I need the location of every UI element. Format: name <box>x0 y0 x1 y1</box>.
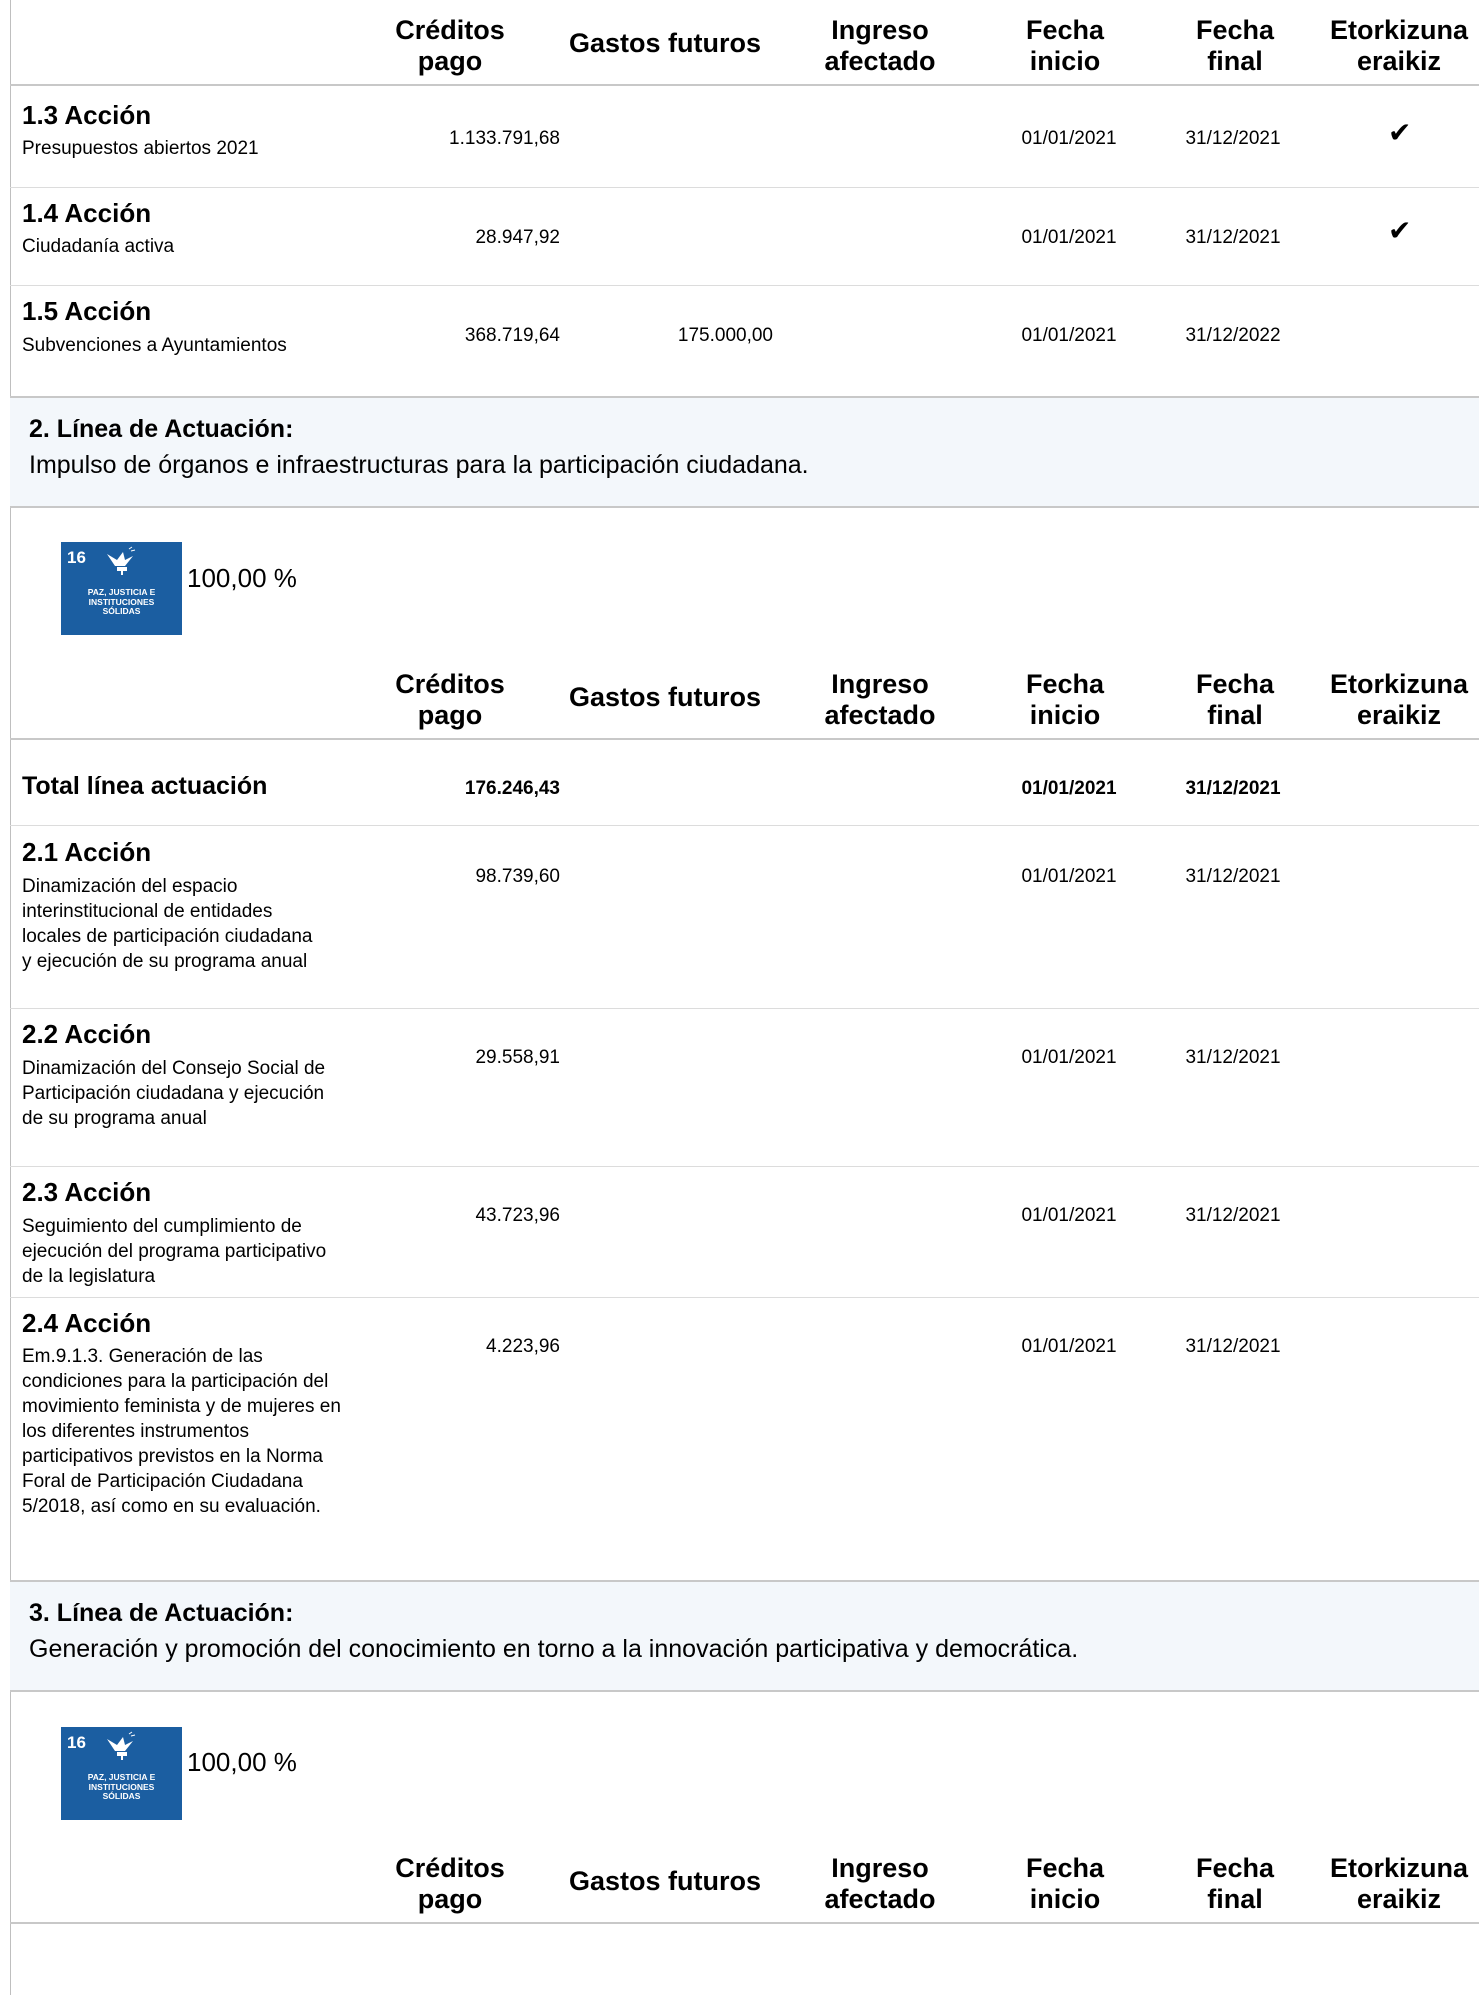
row-divider <box>10 187 1479 188</box>
header-gastos: Gastos futuros <box>568 682 762 712</box>
total-fecha-final: 31/12/2021 <box>1185 778 1281 799</box>
action-title: 1.4 Acción <box>22 198 152 228</box>
linea-3-band: 3. Línea de Actuación: Generación y prom… <box>10 1580 1479 1692</box>
sdg-percentage: 100,00 % <box>187 1747 297 1777</box>
sdg-16-badge: 16 PAZ, JUSTICIA E INSTITUCIONES SÓLIDAS <box>61 542 182 635</box>
row-divider <box>10 825 1479 826</box>
action-desc: Subvenciones a Ayuntamientos <box>22 335 287 356</box>
action-title: 2.3 Acción <box>22 1177 152 1207</box>
action-desc: Presupuestos abiertos 2021 <box>22 138 259 159</box>
header-etorkizuna: Etorkizuna eraikiz <box>1329 15 1469 76</box>
header-creditos: Créditos pago <box>395 1853 505 1914</box>
row-divider <box>10 285 1479 286</box>
fecha-inicio-value: 01/01/2021 <box>1021 866 1117 887</box>
row-divider <box>10 1166 1479 1167</box>
left-border <box>10 0 11 1995</box>
fecha-final-value: 31/12/2021 <box>1185 1205 1281 1226</box>
fecha-inicio-value: 01/01/2021 <box>1021 325 1117 346</box>
sdg-number: 16 <box>67 1733 86 1752</box>
fecha-inicio-value: 01/01/2021 <box>1021 227 1117 248</box>
creditos-value: 368.719,64 <box>464 325 560 346</box>
header-etorkizuna: Etorkizuna eraikiz <box>1329 1853 1469 1914</box>
row-divider <box>10 1008 1479 1009</box>
fecha-final-value: 31/12/2021 <box>1185 227 1281 248</box>
creditos-value: 98.739,60 <box>475 866 560 887</box>
header-divider <box>10 738 1479 740</box>
sdg-number: 16 <box>67 548 86 567</box>
check-icon: ✔ <box>1388 117 1412 148</box>
header-divider <box>10 1922 1479 1924</box>
creditos-value: 29.558,91 <box>475 1047 560 1068</box>
fecha-final-value: 31/12/2021 <box>1185 128 1281 149</box>
action-title: 2.2 Acción <box>22 1019 152 1049</box>
sdg-percentage: 100,00 % <box>187 563 297 593</box>
linea-3-title: 3. Línea de Actuación: <box>29 1599 294 1627</box>
fecha-final-value: 31/12/2021 <box>1185 1047 1281 1068</box>
header-divider <box>10 84 1479 86</box>
sdg-16-badge: 16 PAZ, JUSTICIA E INSTITUCIONES SÓLIDAS <box>61 1727 182 1820</box>
header-etorkizuna: Etorkizuna eraikiz <box>1329 669 1469 730</box>
sdg-label: PAZ, JUSTICIA E INSTITUCIONES SÓLIDAS <box>87 587 156 616</box>
action-desc: Dinamización del Consejo Social de Parti… <box>22 1058 326 1129</box>
header-fecha-inicio: Fecha inicio <box>1025 1853 1105 1914</box>
linea-3-text: Generación y promoción del conocimiento … <box>29 1635 1079 1663</box>
header-ingreso: Ingreso afectado <box>824 15 936 76</box>
header-fecha-inicio: Fecha inicio <box>1025 669 1105 730</box>
creditos-value: 43.723,96 <box>475 1205 560 1226</box>
document-page: Créditos pago Gastos futuros Ingreso afe… <box>0 0 1479 1995</box>
action-desc: Dinamización del espacio interinstitucio… <box>22 876 313 972</box>
total-creditos: 176.246,43 <box>464 778 560 799</box>
row-divider <box>10 1297 1479 1298</box>
dove-gavel-icon <box>107 546 136 575</box>
header-gastos: Gastos futuros <box>568 28 762 58</box>
linea-2-text: Impulso de órganos e infraestructuras pa… <box>29 451 809 479</box>
linea-2-band: 2. Línea de Actuación: Impulso de órgano… <box>10 396 1479 508</box>
header-fecha-inicio: Fecha inicio <box>1025 15 1105 76</box>
header-creditos: Créditos pago <box>395 15 505 76</box>
fecha-inicio-value: 01/01/2021 <box>1021 1336 1117 1357</box>
action-title: 2.4 Acción <box>22 1308 152 1338</box>
linea-2-title: 2. Línea de Actuación: <box>29 415 294 443</box>
total-label: Total línea actuación <box>22 772 268 800</box>
creditos-value: 1.133.791,68 <box>449 128 560 149</box>
header-ingreso: Ingreso afectado <box>824 669 936 730</box>
header-fecha-final: Fecha final <box>1195 669 1275 730</box>
header-gastos: Gastos futuros <box>568 1866 762 1896</box>
total-fecha-inicio: 01/01/2021 <box>1021 778 1117 799</box>
header-fecha-final: Fecha final <box>1195 15 1275 76</box>
creditos-value: 4.223,96 <box>486 1336 560 1357</box>
header-fecha-final: Fecha final <box>1195 1853 1275 1914</box>
action-desc: Em.9.1.3. Generación de las condiciones … <box>22 1346 341 1517</box>
sdg-label: PAZ, JUSTICIA E INSTITUCIONES SÓLIDAS <box>87 1772 156 1801</box>
creditos-value: 28.947,92 <box>475 227 560 248</box>
fecha-final-value: 31/12/2021 <box>1185 1336 1281 1357</box>
fecha-final-value: 31/12/2021 <box>1185 866 1281 887</box>
gastos-value: 175.000,00 <box>677 325 773 346</box>
action-desc: Ciudadanía activa <box>22 236 175 257</box>
fecha-final-value: 31/12/2022 <box>1185 325 1281 346</box>
header-creditos: Créditos pago <box>395 669 505 730</box>
action-title: 1.5 Acción <box>22 296 152 326</box>
fecha-inicio-value: 01/01/2021 <box>1021 1205 1117 1226</box>
fecha-inicio-value: 01/01/2021 <box>1021 1047 1117 1068</box>
header-ingreso: Ingreso afectado <box>824 1853 936 1914</box>
action-title: 2.1 Acción <box>22 837 152 867</box>
check-icon: ✔ <box>1388 215 1412 246</box>
action-title: 1.3 Acción <box>22 100 152 130</box>
action-desc: Seguimiento del cumplimiento de ejecució… <box>22 1216 327 1287</box>
dove-gavel-icon <box>107 1731 136 1760</box>
fecha-inicio-value: 01/01/2021 <box>1021 128 1117 149</box>
